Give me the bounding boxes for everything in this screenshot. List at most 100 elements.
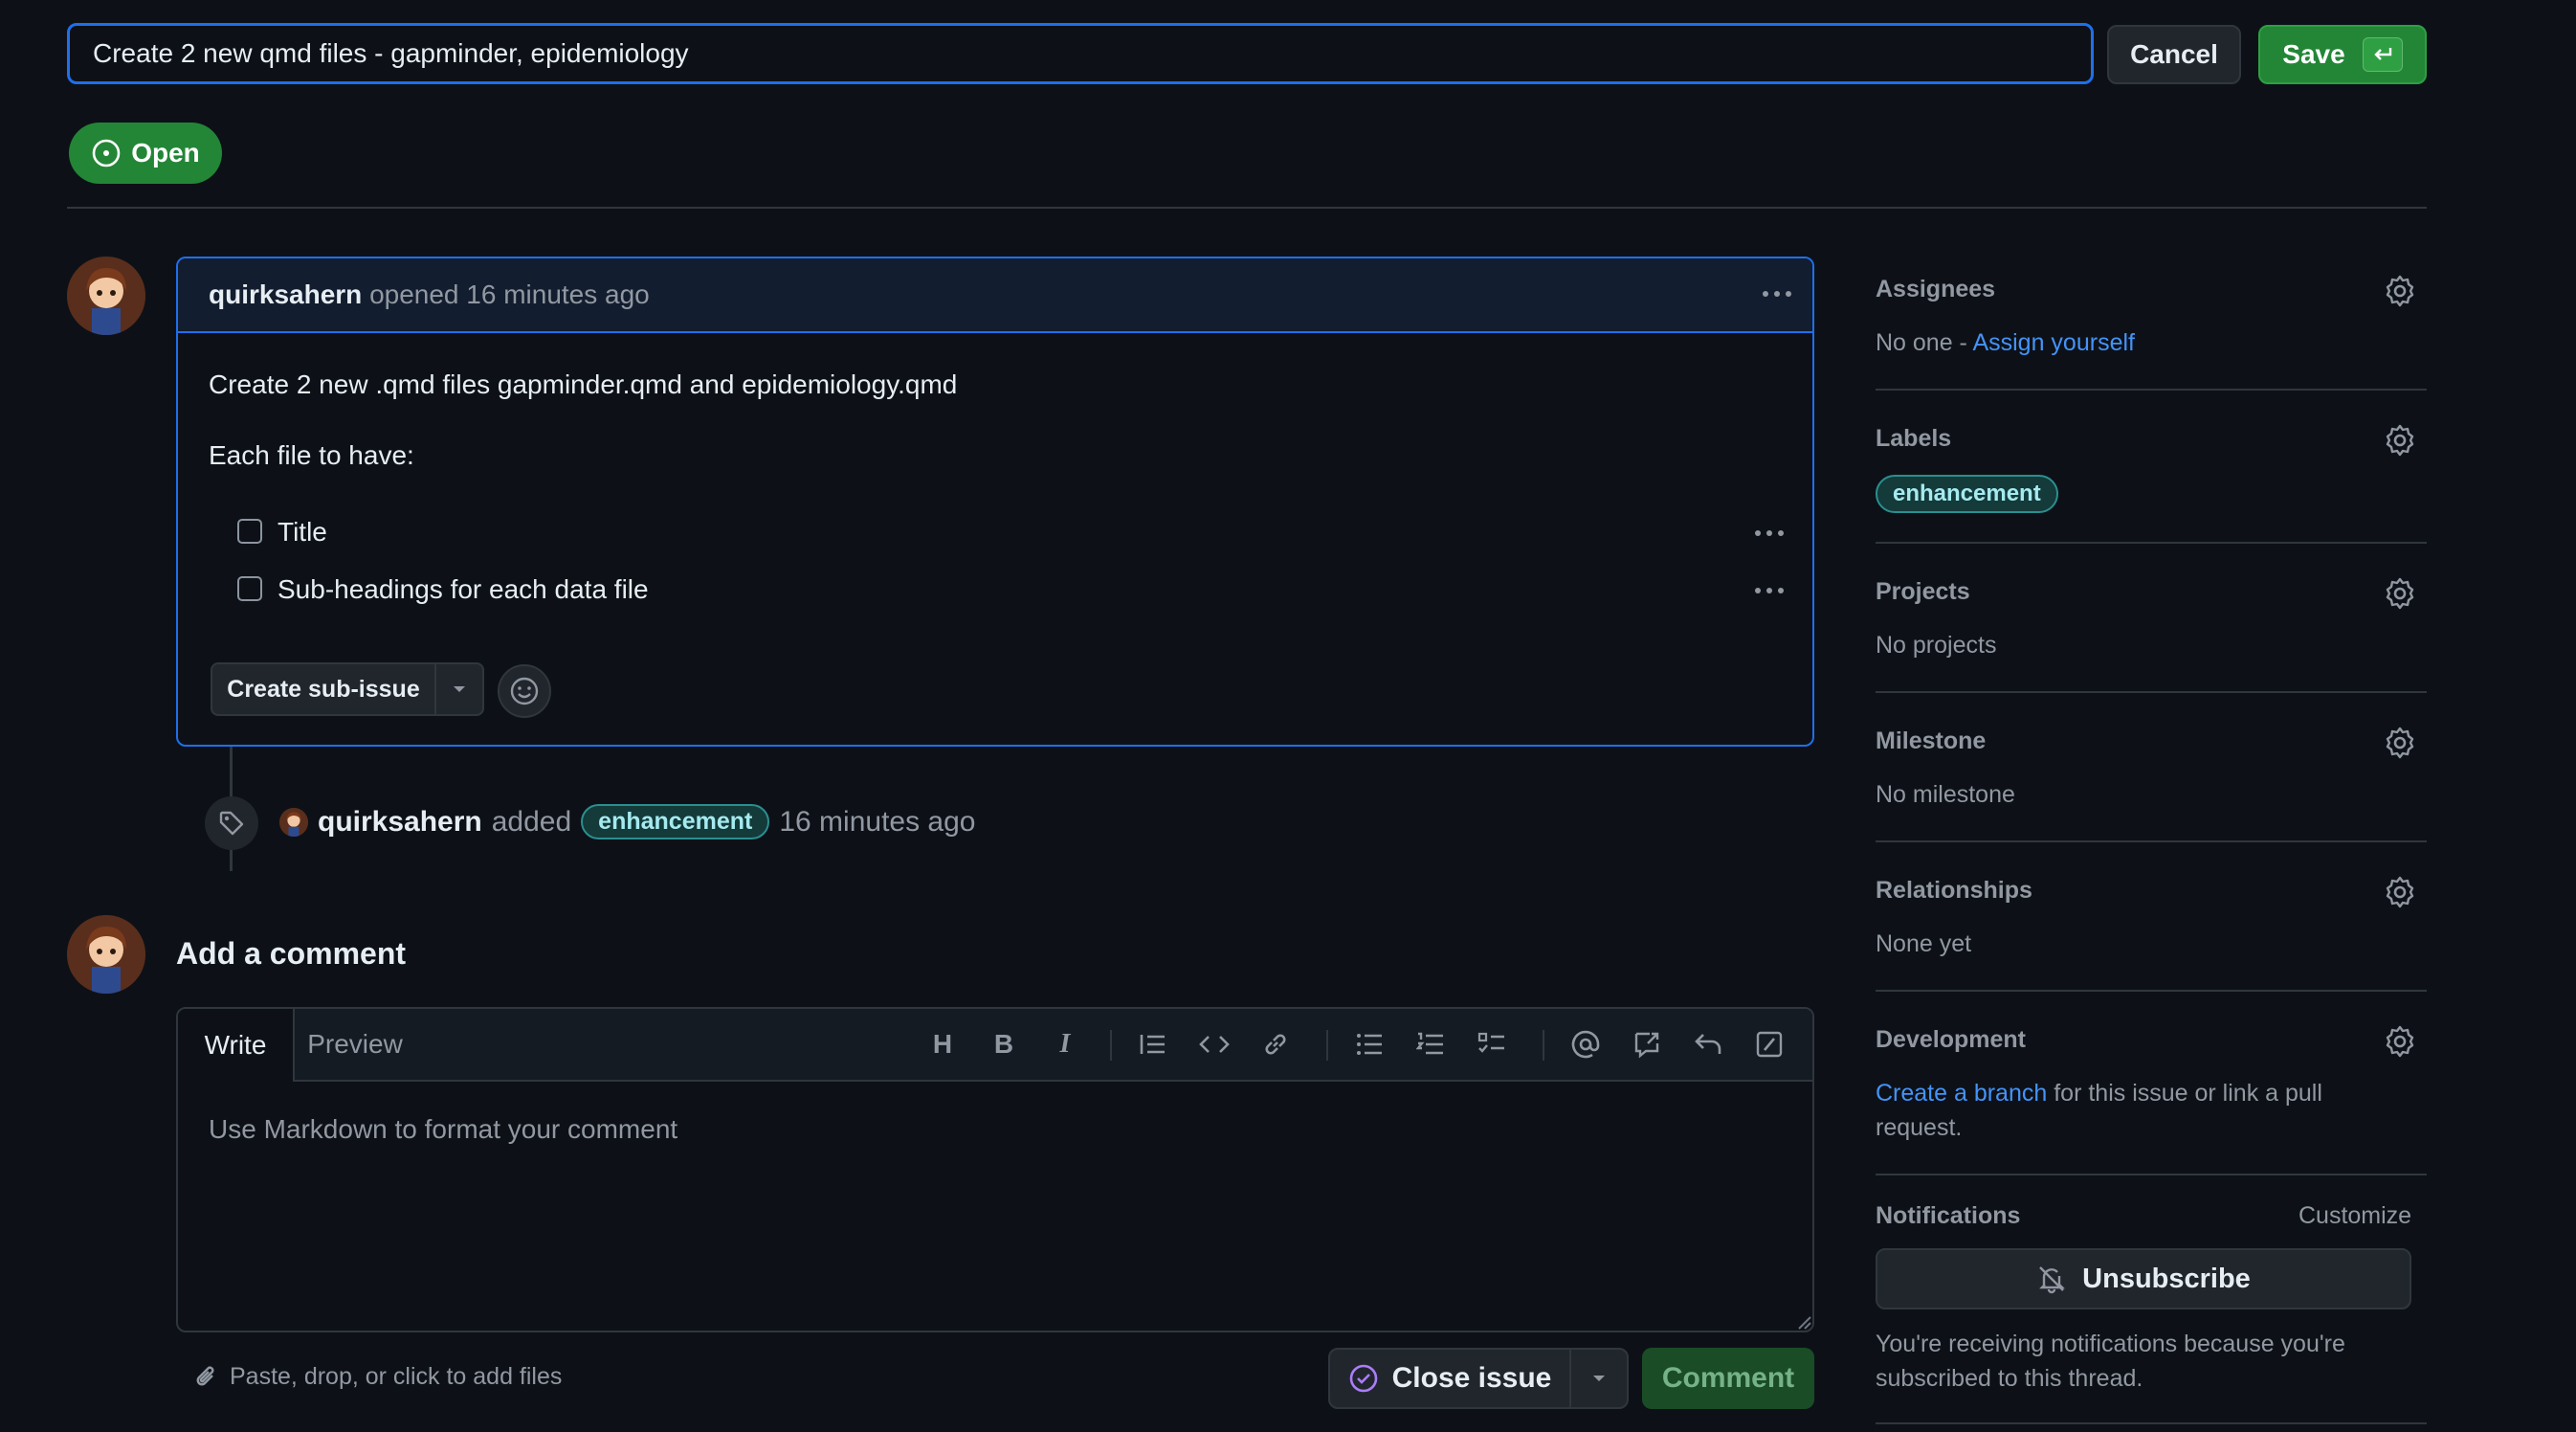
task-checkbox[interactable] — [237, 519, 262, 544]
tag-icon — [205, 796, 258, 850]
issue-open-icon — [92, 139, 121, 168]
task-more-icon[interactable] — [1755, 588, 1784, 593]
event-user-avatar[interactable] — [279, 807, 308, 837]
event-label-badge[interactable]: enhancement — [581, 804, 770, 839]
task-item-label: Title — [278, 517, 327, 547]
comment-editor: Write Preview H B I Use Markdown to form… — [176, 1007, 1814, 1332]
close-issue-label: Close issue — [1391, 1362, 1552, 1394]
development-text-line2: request. — [1876, 1114, 1963, 1141]
task-checkbox[interactable] — [237, 576, 262, 601]
author-avatar[interactable] — [67, 257, 145, 335]
assignees-heading[interactable]: Assignees — [1876, 276, 1995, 303]
slash-commands-icon[interactable] — [1751, 1026, 1788, 1063]
create-branch-link[interactable]: Create a branch — [1876, 1080, 2047, 1107]
label-event: quirksahern added enhancement 16 minutes… — [279, 804, 975, 839]
relationships-heading[interactable]: Relationships — [1876, 877, 2032, 905]
cancel-button[interactable]: Cancel — [2107, 25, 2241, 84]
reply-icon[interactable] — [1690, 1026, 1726, 1063]
mention-icon[interactable] — [1567, 1026, 1604, 1063]
close-issue-main[interactable]: Close issue — [1330, 1350, 1571, 1407]
bulleted-list-icon[interactable] — [1351, 1026, 1388, 1063]
task-item-label: Sub-headings for each data file — [278, 574, 649, 604]
gear-icon[interactable] — [2383, 726, 2417, 760]
issue-state-badge: Open — [69, 123, 222, 184]
unsubscribe-button[interactable]: Unsubscribe — [1876, 1248, 2411, 1309]
sidebar-divider — [1876, 542, 2427, 544]
gear-icon[interactable] — [2383, 274, 2417, 308]
comment-header-text: quirksahern opened 16 minutes ago — [209, 280, 650, 310]
save-button[interactable]: Save — [2258, 25, 2427, 84]
notifications-heading: Notifications — [1876, 1202, 2021, 1229]
comment-textarea[interactable]: Use Markdown to format your comment — [209, 1114, 677, 1145]
attach-files-text: Paste, drop, or click to add files — [230, 1363, 563, 1390]
development-text: Create a branch for this issue or link a… — [1876, 1080, 2322, 1108]
issue-title-input[interactable] — [67, 23, 2094, 84]
label-badge-enhancement[interactable]: enhancement — [1876, 475, 2058, 513]
toolbar-divider — [1326, 1030, 1328, 1061]
sidebar-divider — [1876, 1422, 2427, 1424]
save-label: Save — [2282, 39, 2345, 69]
labels-heading[interactable]: Labels — [1876, 425, 1951, 453]
task-more-icon[interactable] — [1755, 530, 1784, 536]
code-icon[interactable] — [1196, 1026, 1232, 1063]
sidebar-divider — [1876, 840, 2427, 842]
italic-icon[interactable]: I — [1047, 1026, 1083, 1063]
heading-icon[interactable]: H — [924, 1026, 961, 1063]
event-user-name[interactable]: quirksahern — [318, 806, 482, 839]
sidebar-divider — [1876, 389, 2427, 391]
comment-more-icon[interactable] — [1763, 291, 1791, 297]
projects-heading[interactable]: Projects — [1876, 578, 1970, 606]
sidebar-divider — [1876, 691, 2427, 693]
close-issue-button[interactable]: Close issue — [1328, 1348, 1629, 1409]
gear-icon[interactable] — [2383, 576, 2417, 611]
tab-preview[interactable]: Preview — [293, 1009, 417, 1080]
paperclip-icon — [196, 1366, 214, 1385]
toolbar-divider — [1110, 1030, 1112, 1061]
resize-handle-icon[interactable] — [1795, 1313, 1812, 1331]
issue-state-label: Open — [131, 138, 200, 168]
assign-yourself-link[interactable]: Assign yourself — [1972, 329, 2135, 356]
author-name[interactable]: quirksahern — [209, 280, 362, 309]
milestone-heading[interactable]: Milestone — [1876, 727, 1986, 755]
event-action: added — [491, 805, 572, 838]
opened-time: opened 16 minutes ago — [369, 280, 650, 309]
sidebar-divider — [1876, 990, 2427, 992]
comment-header: quirksahern opened 16 minutes ago — [178, 258, 1812, 333]
issue-body-line2: Each file to have: — [209, 440, 414, 470]
enter-key-icon — [2362, 37, 2403, 72]
assignees-none-text: No one - — [1876, 329, 1973, 356]
milestone-value: No milestone — [1876, 781, 2015, 808]
notification-reason-line2: subscribed to this thread. — [1876, 1365, 2143, 1392]
link-icon[interactable] — [1257, 1026, 1294, 1063]
chevron-down-icon[interactable] — [436, 664, 482, 714]
issue-body-comment: quirksahern opened 16 minutes ago Create… — [176, 257, 1814, 747]
issue-body-line1: Create 2 new .qmd files gapminder.qmd an… — [209, 369, 958, 399]
task-list-icon[interactable] — [1474, 1026, 1510, 1063]
projects-value: No projects — [1876, 632, 1997, 659]
assignees-value: No one - Assign yourself — [1876, 329, 2135, 357]
add-reaction-button[interactable] — [498, 664, 551, 718]
bold-icon[interactable]: B — [986, 1026, 1022, 1063]
smiley-icon — [510, 677, 539, 705]
chevron-down-icon[interactable] — [1571, 1350, 1627, 1407]
create-sub-issue-label: Create sub-issue — [212, 664, 436, 714]
gear-icon[interactable] — [2383, 423, 2417, 458]
bell-slash-icon — [2039, 1266, 2066, 1294]
comment-submit-button[interactable]: Comment — [1642, 1348, 1814, 1409]
customize-link[interactable]: Customize — [2298, 1202, 2411, 1230]
editor-toolbar: Write Preview H B I — [178, 1009, 1812, 1082]
development-text-line1: for this issue or link a pull — [2047, 1080, 2322, 1107]
create-sub-issue-button[interactable]: Create sub-issue — [211, 662, 484, 716]
gear-icon[interactable] — [2383, 1024, 2417, 1059]
relationships-value: None yet — [1876, 930, 1972, 957]
current-user-avatar[interactable] — [67, 915, 145, 994]
reference-icon[interactable] — [1629, 1026, 1665, 1063]
attach-files[interactable]: Paste, drop, or click to add files — [193, 1363, 562, 1391]
toolbar-divider — [1543, 1030, 1544, 1061]
tab-write[interactable]: Write — [178, 1009, 295, 1082]
gear-icon[interactable] — [2383, 875, 2417, 909]
numbered-list-icon[interactable] — [1412, 1026, 1449, 1063]
event-time: 16 minutes ago — [779, 805, 976, 838]
development-heading[interactable]: Development — [1876, 1026, 2026, 1054]
quote-icon[interactable] — [1135, 1026, 1171, 1063]
